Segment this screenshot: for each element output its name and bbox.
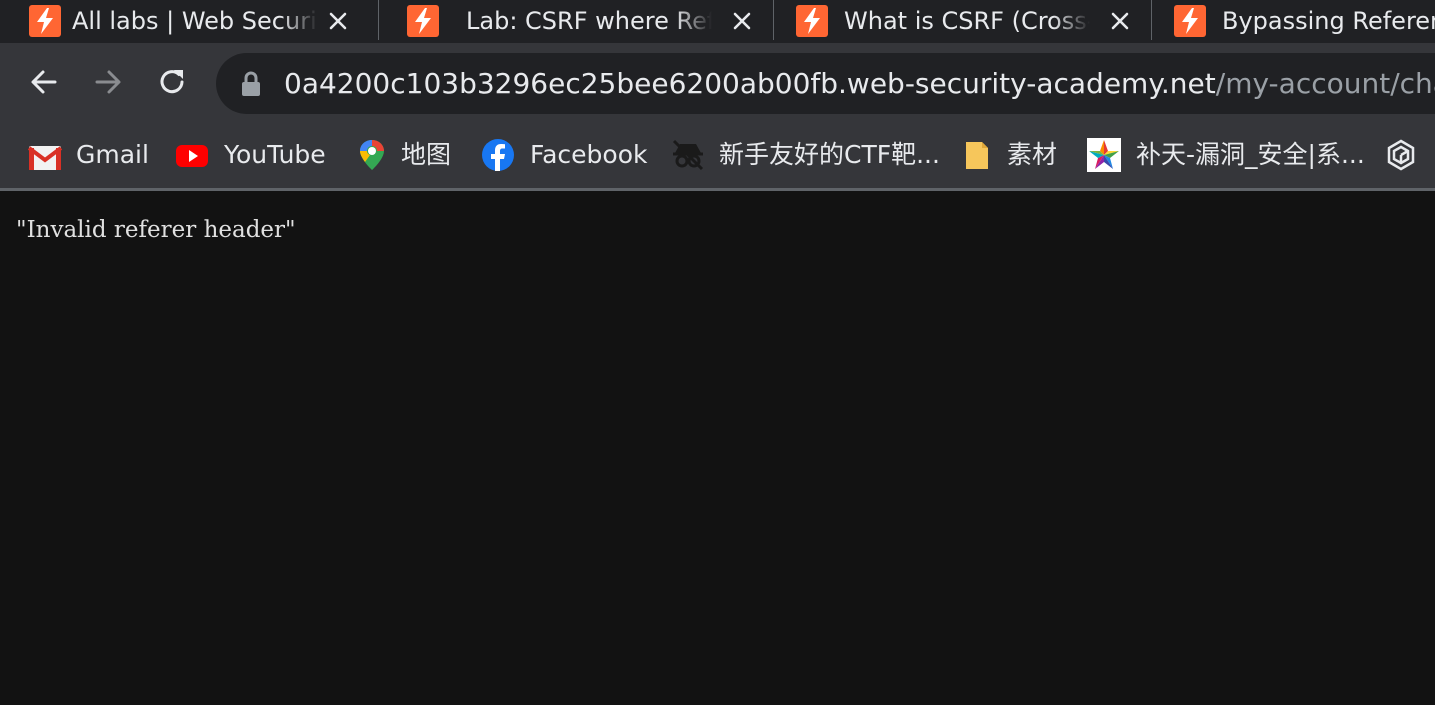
bookmark-label: Facebook [530, 140, 648, 169]
tab-what-is-csrf[interactable]: What is CSRF (Cross-site request forgery… [773, 0, 1151, 43]
address-bar[interactable]: 0a4200c103b3296ec25bee6200ab00fb.web-sec… [216, 53, 1435, 114]
youtube-icon [176, 145, 208, 167]
burp-lightning-icon [407, 5, 439, 37]
bookmark-ctf[interactable]: 新手友好的CTF靶... [671, 134, 940, 176]
tab-title: Lab: CSRF where Referer validation depen… [466, 7, 712, 35]
bookmark-label: 补天-漏洞_安全|系... [1136, 140, 1365, 169]
tab-divider [773, 0, 774, 40]
bookmark-facebook[interactable]: Facebook [481, 134, 648, 176]
tab-title: Bypassing Referer-based CSRF defenses [1222, 7, 1435, 35]
close-icon[interactable] [326, 9, 350, 33]
reload-button[interactable] [155, 65, 189, 99]
close-icon[interactable] [730, 9, 754, 33]
bookmark-butian[interactable]: 补天-漏洞_安全|系... [1087, 134, 1365, 176]
tab-bypassing-referer[interactable]: Bypassing Referer-based CSRF defenses [1151, 0, 1435, 43]
lock-icon[interactable] [240, 71, 262, 97]
bookmark-label: Gmail [76, 140, 149, 169]
url-path: /my-account/change [1215, 67, 1435, 100]
bookmark-maps[interactable]: 地图 [355, 134, 455, 176]
burp-lightning-icon [1174, 5, 1206, 37]
url-host: 0a4200c103b3296ec25bee6200ab00fb.web-sec… [284, 67, 1216, 100]
maps-pin-icon [360, 140, 384, 170]
burp-lightning-icon [796, 5, 828, 37]
hexagon-logo-icon [1387, 139, 1415, 171]
bookmark-label: 素材 [1007, 140, 1058, 169]
response-message: "Invalid referer header" [16, 217, 296, 243]
gmail-icon [28, 146, 62, 170]
bookmark-hex-logo[interactable] [1384, 134, 1435, 176]
page-content: "Invalid referer header" [0, 191, 1435, 705]
bookmarks-bar: Gmail YouTube 地图 Facebook 新手友好的CTF靶... 素… [0, 122, 1435, 188]
tab-all-labs[interactable]: All labs | Web Security Academy [0, 0, 378, 43]
browser-toolbar: 0a4200c103b3296ec25bee6200ab00fb.web-sec… [0, 43, 1435, 122]
tab-divider [378, 0, 379, 40]
url-text[interactable]: 0a4200c103b3296ec25bee6200ab00fb.web-sec… [284, 65, 1435, 103]
tab-strip: All labs | Web Security Academy Lab: CSR… [0, 0, 1435, 43]
facebook-icon [482, 139, 514, 171]
close-icon[interactable] [1108, 9, 1132, 33]
bookmark-sucai-folder[interactable]: 素材 [960, 134, 1060, 176]
bookmark-youtube[interactable]: YouTube [175, 134, 326, 176]
star-logo-icon [1087, 138, 1121, 172]
tab-divider [1151, 0, 1152, 40]
tab-lab-csrf[interactable]: Lab: CSRF where Referer validation depen… [378, 0, 756, 43]
burp-lightning-icon [29, 5, 61, 37]
bookmark-gmail[interactable]: Gmail [28, 134, 149, 176]
folder-icon [966, 142, 988, 169]
bookmark-label: 新手友好的CTF靶... [719, 140, 940, 169]
tab-title: What is CSRF (Cross-site request forgery… [844, 7, 1090, 35]
incognito-icon [672, 139, 704, 171]
forward-button[interactable] [91, 65, 125, 99]
bookmark-label: 地图 [401, 140, 452, 169]
back-button[interactable] [27, 65, 61, 99]
tab-title: All labs | Web Security Academy [72, 7, 318, 35]
bookmark-label: YouTube [224, 140, 326, 169]
